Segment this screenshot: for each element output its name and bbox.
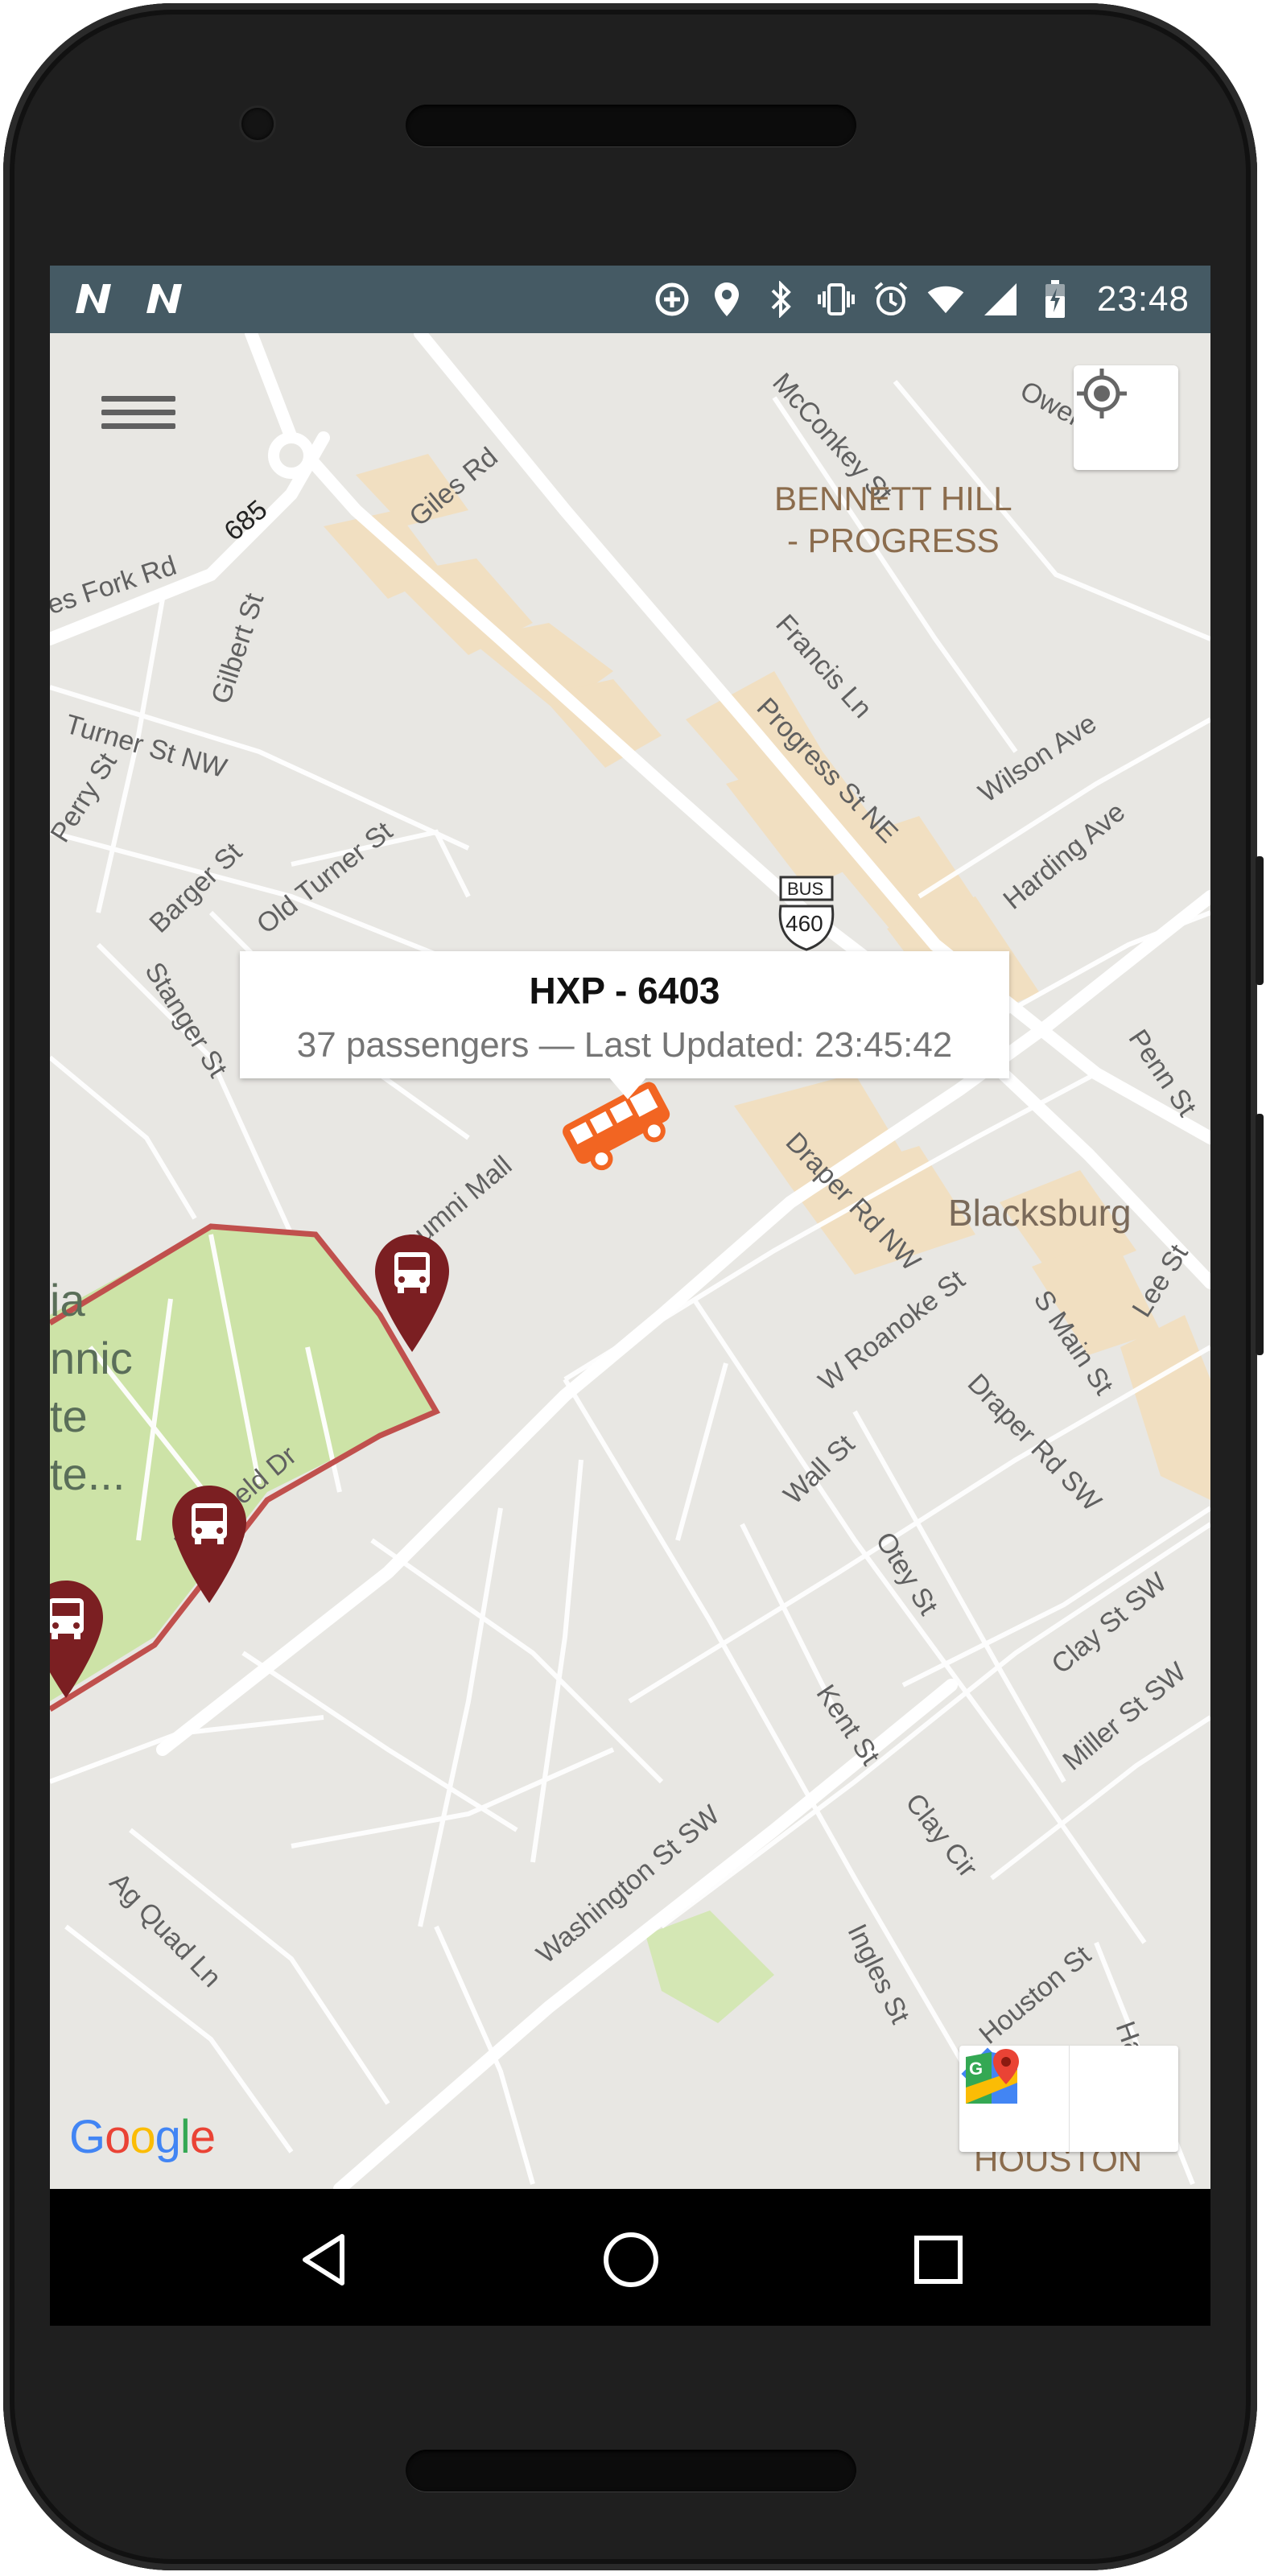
- google-logo: Google: [69, 2111, 216, 2163]
- town-label: Blacksburg: [948, 1192, 1132, 1234]
- map-view[interactable]: McConkey St Owens St Giles Rd 685 es For…: [50, 333, 1210, 2189]
- location-icon: [707, 277, 746, 322]
- shield-label-number: 460: [786, 911, 823, 936]
- home-circle-icon: [604, 2232, 658, 2287]
- shield-label-top: BUS: [787, 879, 824, 899]
- power-button: [1256, 1114, 1264, 1355]
- bluetooth-icon: [762, 277, 801, 322]
- home-button[interactable]: [599, 2228, 663, 2292]
- battery-charging-icon: [1036, 277, 1074, 322]
- map-canvas: [50, 333, 1210, 2189]
- bus-stop-marker[interactable]: [169, 1482, 249, 1608]
- n-notification-icon: [74, 280, 114, 317]
- map-toolbar: G: [959, 2046, 1178, 2152]
- roundabout: [268, 432, 315, 479]
- volume-button: [1256, 856, 1264, 985]
- signal-icon: [981, 277, 1020, 322]
- recents-square-icon: [914, 2236, 963, 2284]
- status-bar: 23:48: [50, 266, 1210, 333]
- bus-stop-pin-icon: [172, 1486, 246, 1603]
- bus-stop-marker[interactable]: [50, 1577, 106, 1703]
- device-screen: 23:48 McConkey St Owens Giles Rd 685 es …: [50, 266, 1210, 2326]
- menu-icon: [101, 396, 175, 402]
- my-location-button[interactable]: [1074, 365, 1178, 470]
- neighborhood-label: BENNETT HILL - PROGRESS: [774, 480, 1012, 559]
- alarm-icon: [872, 277, 910, 322]
- campus-label: ia nnic te te...: [50, 1275, 133, 1499]
- navigation-bar: [50, 2189, 1210, 2326]
- menu-button[interactable]: [101, 388, 175, 444]
- crosshair-icon: [1077, 369, 1127, 418]
- open-in-maps-button[interactable]: G: [966, 2046, 1179, 2152]
- bus-stop-marker[interactable]: [372, 1231, 452, 1357]
- bus-info-popup[interactable]: HXP - 6403 37 passengers — Last Updated:…: [240, 951, 1009, 1099]
- n-notification-icon: [145, 280, 185, 317]
- back-triangle-icon: [303, 2234, 344, 2285]
- bottom-speaker: [406, 2450, 856, 2492]
- bus-status-text: 37 passengers — Last Updated: 23:45:42: [296, 1025, 953, 1065]
- google-maps-icon: G: [966, 2049, 1019, 2104]
- bus-stop-pin-icon: [50, 1581, 103, 1698]
- front-camera: [241, 108, 274, 140]
- bus-id-title: HXP - 6403: [529, 970, 720, 1012]
- park-green: [645, 1910, 774, 2023]
- vibrate-icon: [817, 277, 856, 322]
- wifi-icon: [926, 277, 965, 322]
- bus-stop-pin-icon: [375, 1234, 449, 1352]
- data-saver-icon: [653, 277, 691, 322]
- back-button[interactable]: [291, 2228, 356, 2292]
- svg-text:G: G: [969, 2059, 983, 2079]
- earpiece-speaker: [406, 105, 856, 146]
- popup-tail: [608, 1077, 647, 1099]
- recents-button[interactable]: [906, 2228, 971, 2292]
- status-clock: 23:48: [1096, 279, 1190, 319]
